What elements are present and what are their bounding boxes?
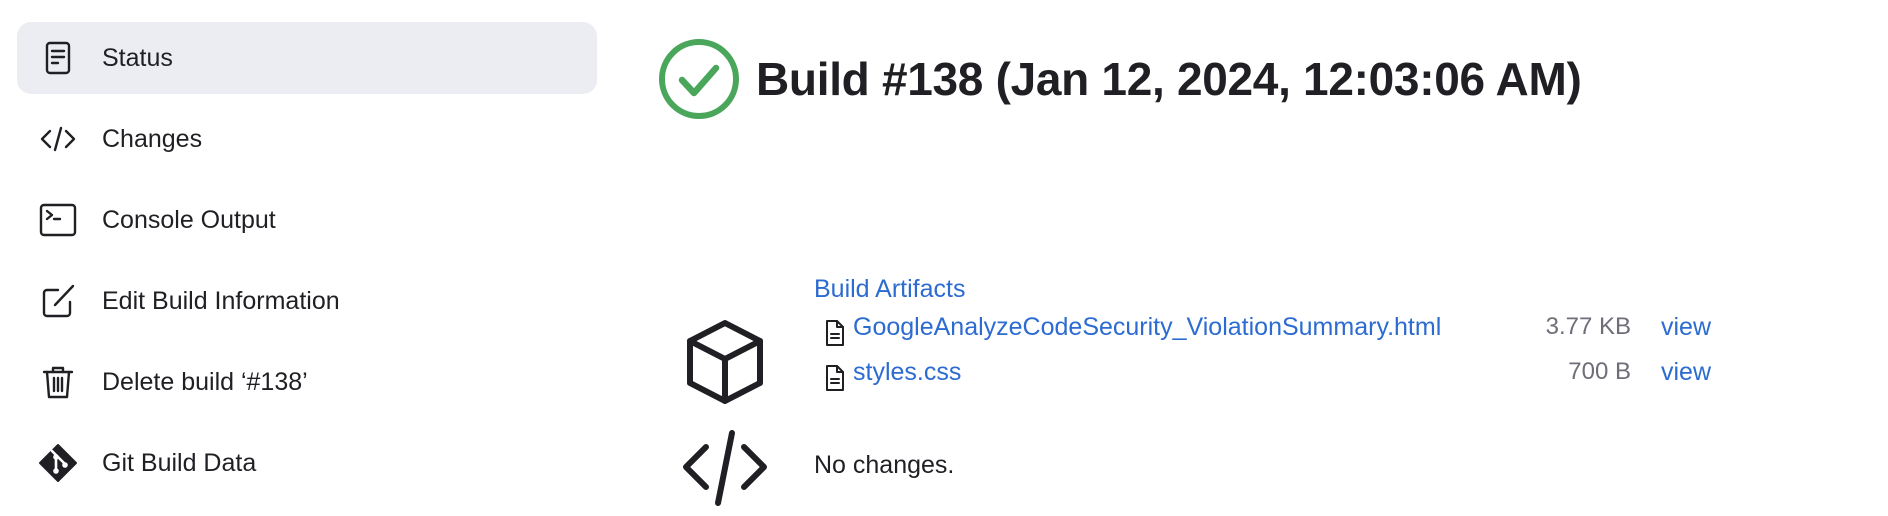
sidebar-item-changes[interactable]: Changes: [17, 103, 597, 175]
artifact-file-size: 700 B: [1568, 358, 1631, 385]
build-artifacts-link[interactable]: Build Artifacts: [814, 275, 965, 304]
build-header: Build #138 (Jan 12, 2024, 12:03:06 AM): [658, 38, 1888, 120]
sidebar-item-label: Changes: [102, 124, 203, 153]
sidebar-item-console-output[interactable]: Console Output: [17, 184, 597, 256]
build-artifacts-section: Build Artifacts GoogleAnalyzeCodeSecurit…: [658, 275, 1808, 405]
git-icon: [37, 442, 79, 484]
artifact-row: styles.css 700 B view: [814, 358, 1714, 394]
sidebar-item-label: Status: [102, 43, 173, 72]
page-title: Build #138 (Jan 12, 2024, 12:03:06 AM): [756, 53, 1582, 105]
sidebar-item-label: Git Build Data: [102, 448, 257, 477]
file-icon: [826, 320, 844, 346]
main-content: Build #138 (Jan 12, 2024, 12:03:06 AM) B…: [658, 38, 1888, 506]
changes-section: No changes.: [658, 421, 1558, 511]
no-changes-text: No changes.: [814, 451, 955, 479]
sidebar-item-label: Delete build ‘#138’: [102, 367, 308, 396]
success-check-icon: [659, 39, 739, 119]
artifact-file-size: 3.77 KB: [1545, 313, 1631, 340]
artifact-row: GoogleAnalyzeCodeSecurity_ViolationSumma…: [814, 313, 1714, 349]
sidebar-item-delete-build[interactable]: Delete build ‘#138’: [17, 346, 597, 418]
trash-icon: [37, 361, 79, 403]
sidebar-item-git-build-data[interactable]: Git Build Data: [17, 427, 597, 499]
package-icon: [680, 317, 770, 407]
code-brackets-icon: [680, 421, 770, 511]
artifact-view-link[interactable]: view: [1661, 313, 1711, 342]
sidebar-item-label: Edit Build Information: [102, 286, 340, 315]
file-icon: [826, 365, 844, 391]
edit-icon: [37, 280, 79, 322]
sidebar-item-edit-build-information[interactable]: Edit Build Information: [17, 265, 597, 337]
sidebar: Status Changes Console Output Edit Build…: [17, 22, 597, 508]
code-brackets-icon: [37, 118, 79, 160]
artifact-view-link[interactable]: view: [1661, 358, 1711, 387]
artifact-file-link[interactable]: GoogleAnalyzeCodeSecurity_ViolationSumma…: [853, 313, 1441, 342]
sidebar-item-label: Console Output: [102, 205, 276, 234]
terminal-icon: [37, 199, 79, 241]
status-document-icon: [37, 37, 79, 79]
artifact-file-link[interactable]: styles.css: [853, 358, 961, 387]
sidebar-item-status[interactable]: Status: [17, 22, 597, 94]
